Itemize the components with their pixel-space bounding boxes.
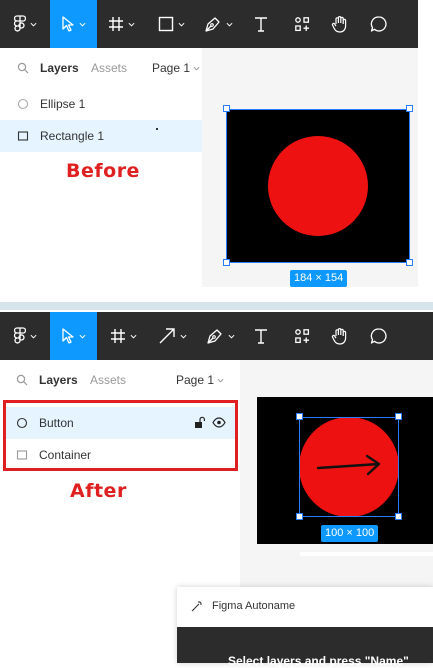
chevron-down-icon	[193, 66, 200, 71]
layer-row-ellipse[interactable]: Ellipse 1	[0, 88, 202, 120]
ellipse-icon	[17, 98, 29, 110]
resize-handle-bl[interactable]	[223, 259, 230, 266]
rectangle-tool-button[interactable]	[152, 0, 190, 48]
hand-icon	[331, 16, 347, 33]
figma-logo-icon	[13, 15, 26, 32]
pen-icon	[206, 329, 222, 344]
chevron-down-icon	[30, 22, 36, 27]
magic-wand-icon	[191, 601, 202, 612]
chevron-down-icon	[217, 378, 224, 383]
move-cursor-icon	[62, 328, 74, 344]
search-icon[interactable]	[16, 374, 28, 386]
selection-box	[226, 109, 410, 263]
before-panel-tabs: Layers Assets Page 1	[0, 48, 202, 88]
move-tool-button[interactable]	[50, 312, 97, 360]
text-icon	[255, 17, 267, 32]
tab-assets[interactable]: Assets	[90, 373, 126, 387]
frame-hash-icon	[110, 329, 125, 343]
chevron-down-icon	[178, 22, 184, 27]
text-tool-button[interactable]	[250, 0, 272, 48]
resize-handle-br[interactable]	[395, 513, 402, 520]
plugin-body: Select layers and press "Name"	[177, 627, 433, 668]
text-tool-button[interactable]	[250, 312, 272, 360]
frame-tool-button[interactable]	[104, 0, 138, 48]
comment-tool-button[interactable]	[368, 312, 390, 360]
layer-label: Ellipse 1	[40, 97, 86, 111]
after-toolbar	[0, 312, 433, 360]
resources-icon	[295, 329, 310, 344]
page-selector-label: Page 1	[176, 373, 215, 387]
frame-hash-icon	[108, 17, 123, 31]
size-badge: 100 × 100	[321, 525, 379, 542]
chevron-down-icon	[30, 334, 36, 339]
chevron-down-icon	[228, 334, 234, 339]
resize-handle-tl[interactable]	[296, 413, 303, 420]
page-selector[interactable]: Page 1	[152, 61, 200, 75]
move-tool-button[interactable]	[50, 0, 97, 48]
arrow-tool-button[interactable]	[152, 312, 192, 360]
hand-tool-button[interactable]	[329, 312, 351, 360]
before-canvas[interactable]: 184 × 154	[202, 48, 418, 287]
after-annotation: After	[70, 480, 127, 502]
horizontal-scrollbar[interactable]	[300, 552, 433, 556]
search-icon[interactable]	[17, 62, 29, 74]
resize-handle-tl[interactable]	[223, 105, 230, 112]
chevron-down-icon	[79, 334, 86, 339]
plugin-panel: Figma Autoname Select layers and press "…	[177, 587, 433, 668]
comment-tool-button[interactable]	[368, 0, 390, 48]
chevron-down-icon	[180, 334, 186, 339]
before-annotation: Before	[66, 160, 140, 182]
comment-icon	[370, 328, 387, 344]
rectangle-icon	[158, 16, 173, 32]
arrow-icon	[159, 328, 175, 344]
page-selector[interactable]: Page 1	[176, 373, 224, 387]
pen-tool-button[interactable]	[201, 312, 239, 360]
plugin-title: Figma Autoname	[212, 600, 296, 612]
tab-layers[interactable]: Layers	[39, 373, 78, 387]
resize-handle-br[interactable]	[406, 259, 413, 266]
pen-tool-button[interactable]	[199, 0, 237, 48]
resources-button[interactable]	[291, 312, 313, 360]
hand-tool-button[interactable]	[329, 0, 351, 48]
layer-label: Rectangle 1	[40, 129, 105, 143]
selection-box	[299, 417, 399, 517]
plugin-instruction: Select layers and press "Name"	[228, 654, 409, 668]
rectangle-icon	[17, 131, 29, 141]
chevron-down-icon	[79, 22, 86, 27]
highlight-outline	[3, 400, 238, 471]
page-selector-label: Page 1	[152, 61, 191, 75]
resize-handle-tr[interactable]	[395, 413, 402, 420]
before-layers-panel: Layers Assets Page 1 Ellipse 1 Rectangle…	[0, 48, 202, 302]
tab-layers[interactable]: Layers	[40, 61, 79, 75]
tab-assets[interactable]: Assets	[91, 61, 127, 75]
section-divider	[0, 302, 433, 310]
chevron-down-icon	[130, 334, 136, 339]
resources-button[interactable]	[291, 0, 313, 48]
after-panel-tabs: Layers Assets Page 1	[0, 360, 240, 400]
pen-icon	[204, 17, 220, 32]
resize-handle-bl[interactable]	[296, 513, 303, 520]
chevron-down-icon	[128, 22, 134, 27]
chevron-down-icon	[226, 22, 232, 27]
resize-handle-tr[interactable]	[406, 105, 413, 112]
layer-row-rectangle[interactable]: Rectangle 1	[0, 120, 202, 152]
size-badge: 184 × 154	[290, 270, 348, 287]
text-icon	[255, 329, 267, 344]
resources-icon	[295, 17, 310, 32]
figma-logo-icon	[13, 327, 26, 344]
comment-icon	[370, 16, 387, 32]
cursor-dot	[156, 128, 158, 130]
main-menu-button[interactable]	[8, 0, 42, 48]
hand-icon	[331, 328, 347, 345]
move-cursor-icon	[62, 16, 74, 32]
before-toolbar	[0, 0, 418, 48]
main-menu-button[interactable]	[8, 312, 42, 360]
frame-tool-button[interactable]	[104, 312, 142, 360]
